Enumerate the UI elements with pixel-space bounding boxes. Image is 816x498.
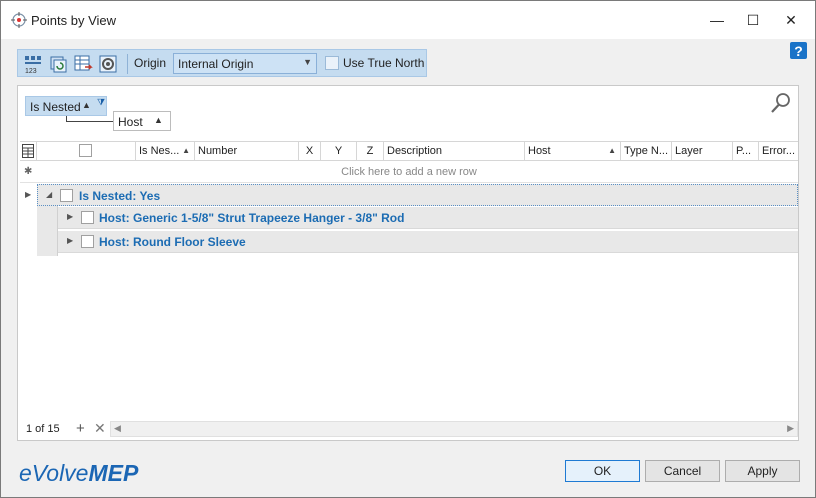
apply-button[interactable]: Apply — [725, 460, 800, 482]
row-indicator: ▶ — [20, 184, 37, 206]
group-row-is-nested[interactable]: ◢ Is Nested: Yes — [37, 184, 798, 206]
sort-ascending-icon: ▲ — [608, 146, 616, 155]
group-connector — [66, 116, 113, 122]
add-record-icon[interactable]: + — [76, 420, 85, 437]
new-item-row[interactable]: ✱ Click here to add a new row — [20, 162, 798, 183]
export-table-icon[interactable] — [73, 54, 93, 74]
group-label: Is Nested: Yes — [79, 189, 161, 203]
origin-select[interactable]: Internal Origin ▼ — [173, 53, 317, 74]
group-label: Host: Generic 1-5/8" Strut Trapeeze Hang… — [99, 211, 405, 225]
column-header-x[interactable]: X — [299, 142, 321, 161]
horizontal-scrollbar[interactable]: ◀ ▶ — [110, 421, 798, 437]
svg-text:123: 123 — [25, 68, 37, 74]
group-row-host-floor-sleeve[interactable]: ▶ Host: Round Floor Sleeve — [58, 231, 798, 253]
use-true-north-label[interactable]: Use True North — [343, 56, 424, 70]
help-button[interactable]: ? — [790, 42, 807, 59]
column-header-type-name[interactable]: Type N... — [621, 142, 672, 161]
group-label: Host: Round Floor Sleeve — [99, 235, 246, 249]
sort-ascending-icon: ▲ — [154, 115, 163, 125]
column-header-description[interactable]: Description — [384, 142, 525, 161]
new-row-prompt[interactable]: Click here to add a new row — [20, 166, 798, 178]
select-all-checkbox[interactable] — [79, 144, 92, 157]
group-chip-host[interactable]: Host ▲ — [113, 111, 171, 131]
group-chip-label: Is Nested — [30, 100, 81, 114]
use-true-north-checkbox[interactable] — [325, 56, 339, 70]
column-header-host[interactable]: Host ▲ — [525, 142, 621, 161]
evolve-mep-logo: eVolveMEP — [19, 460, 139, 486]
column-header-number[interactable]: Number — [195, 142, 299, 161]
column-header-layer[interactable]: Layer — [672, 142, 733, 161]
sort-ascending-icon: ▲ — [82, 100, 91, 110]
expand-icon[interactable]: ▶ — [67, 236, 73, 245]
column-header-p[interactable]: P... — [733, 142, 759, 161]
maximize-button[interactable]: ☐ — [735, 1, 771, 39]
group-row-host-strut-hanger[interactable]: ▶ Host: Generic 1-5/8" Strut Trapeeze Ha… — [58, 207, 798, 229]
select-all-checkbox-cell[interactable] — [37, 142, 135, 161]
group-chip-label: Host — [118, 115, 143, 129]
window-title: Points by View — [31, 13, 117, 28]
cancel-button[interactable]: Cancel — [645, 460, 720, 482]
close-button[interactable]: ✕ — [773, 1, 809, 39]
group-indent — [37, 206, 58, 256]
column-header-error[interactable]: Error... — [759, 142, 798, 161]
numbering-icon[interactable]: 123 — [23, 54, 43, 74]
column-chooser-icon[interactable] — [22, 144, 34, 158]
grid-panel: Is Nested ▲ ⧩ Host ▲ Is Nes... ▲ Number … — [17, 85, 799, 441]
points-app-icon — [11, 12, 27, 28]
group-checkbox[interactable] — [81, 235, 94, 248]
origin-label: Origin — [134, 56, 167, 70]
points-by-view-dialog: Points by View — ☐ ✕ ? 123 Origin Intern… — [0, 0, 816, 498]
group-checkbox[interactable] — [81, 211, 94, 224]
record-count: 1 of 15 — [26, 423, 60, 435]
collapse-icon[interactable]: ◢ — [46, 190, 52, 199]
expand-icon[interactable]: ▶ — [67, 212, 73, 221]
column-chooser-cell[interactable] — [20, 142, 37, 161]
toolbar-separator — [127, 54, 128, 74]
chevron-down-icon: ▼ — [303, 57, 312, 67]
scroll-right-icon[interactable]: ▶ — [787, 423, 794, 434]
column-header-z[interactable]: Z — [357, 142, 384, 161]
ok-button[interactable]: OK — [565, 460, 640, 482]
group-chip-is-nested[interactable]: Is Nested ▲ ⧩ — [25, 96, 107, 116]
delete-record-icon[interactable]: ✕ — [94, 420, 106, 437]
refresh-views-icon[interactable] — [48, 54, 68, 74]
sort-ascending-icon: ▲ — [182, 146, 190, 155]
group-checkbox[interactable] — [60, 189, 73, 202]
toolbar: 123 Origin Internal Origin ▼ Use True No… — [17, 49, 427, 77]
origin-select-value: Internal Origin — [178, 57, 254, 71]
title-bar: Points by View — ☐ ✕ — [1, 1, 815, 39]
column-header-is-nested[interactable]: Is Nes... ▲ — [135, 142, 195, 161]
current-row-icon: ▶ — [25, 190, 32, 199]
minimize-button[interactable]: — — [699, 1, 735, 39]
filter-icon[interactable]: ⧩ — [97, 97, 105, 108]
grid-header: Is Nes... ▲ Number X Y Z Description Hos… — [20, 141, 798, 161]
column-header-y[interactable]: Y — [321, 142, 357, 161]
settings-gear-icon[interactable] — [98, 54, 118, 74]
data-navigator: 1 of 15 + ✕ ◀ ▶ — [20, 419, 798, 439]
scroll-left-icon[interactable]: ◀ — [114, 423, 121, 434]
search-icon[interactable] — [770, 92, 792, 114]
